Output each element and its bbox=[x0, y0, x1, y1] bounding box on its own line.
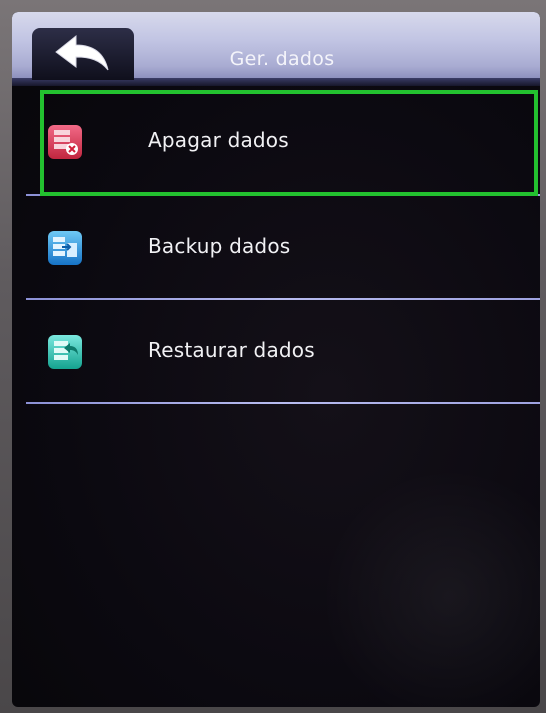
screen-glare bbox=[320, 467, 540, 707]
menu-item-restore-data[interactable]: Restaurar dados bbox=[12, 304, 540, 404]
menu-item-backup-data[interactable]: Backup dados bbox=[12, 200, 540, 300]
restore-data-icon bbox=[48, 335, 82, 369]
backup-data-icon bbox=[48, 231, 82, 265]
back-arrow-icon bbox=[55, 34, 109, 71]
selection-highlight bbox=[40, 90, 538, 196]
back-button[interactable] bbox=[32, 28, 134, 80]
menu-divider bbox=[26, 402, 540, 404]
device-bezel: Ger. dados Apagar dados Backup dados Res… bbox=[0, 0, 546, 713]
device-screen: Ger. dados Apagar dados Backup dados Res… bbox=[12, 12, 540, 707]
menu-item-label: Restaurar dados bbox=[148, 338, 315, 362]
page-title: Ger. dados bbox=[229, 48, 335, 70]
menu-divider bbox=[26, 298, 540, 300]
menu-item-label: Backup dados bbox=[148, 234, 291, 258]
